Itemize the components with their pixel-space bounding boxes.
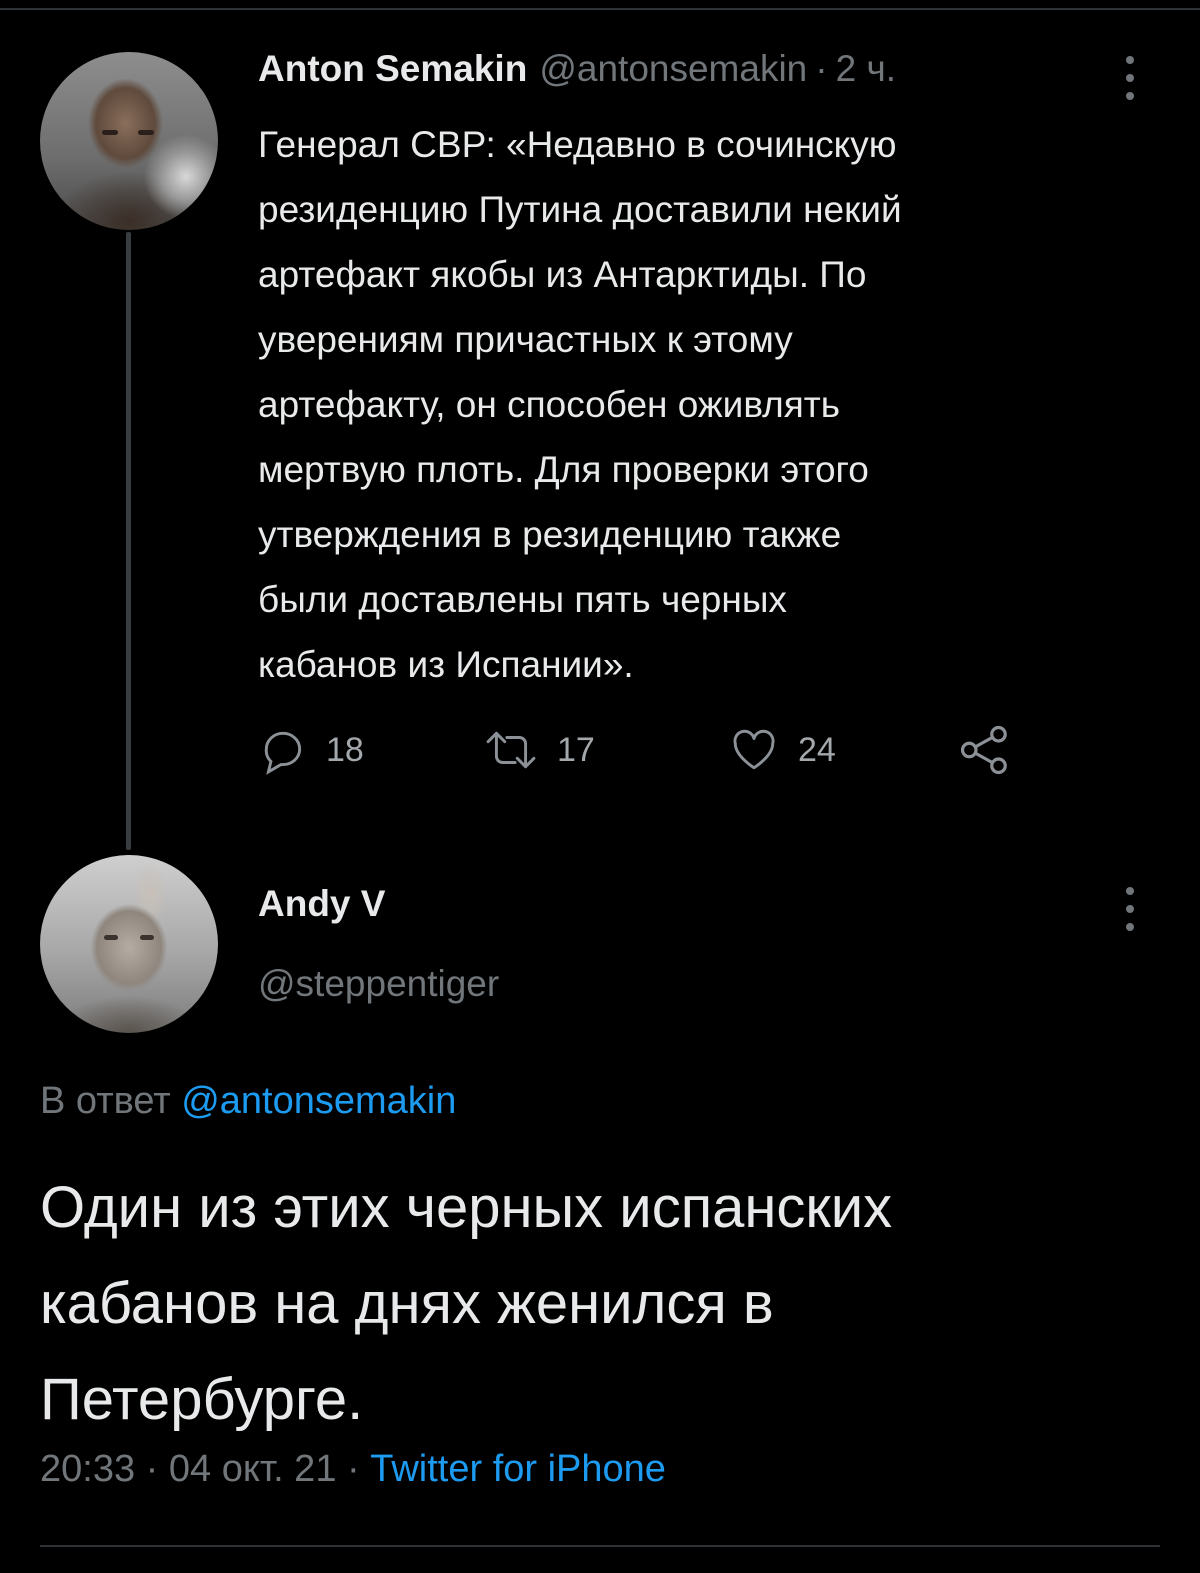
tweet-text: Один из этих черных испанских кабанов на… [40,1175,893,1432]
author-handle[interactable]: @antonsemakin [539,48,807,90]
reply-button[interactable]: 18 [258,718,364,782]
avatar[interactable] [40,855,218,1033]
reply-prefix: В ответ [40,1080,171,1122]
separator: · [815,48,828,89]
avatar-detail [104,935,118,940]
avatar[interactable] [40,52,218,230]
avatar-detail [102,130,118,135]
author-name[interactable]: Anton Semakin [258,48,527,90]
tweet-actions: 18 17 24 [258,718,1078,782]
tweet-thread: Anton Semakin @antonsemakin · 2 ч. Генер… [0,0,1200,1573]
more-options-icon[interactable] [1120,56,1140,100]
heart-icon [733,729,775,770]
more-options-icon[interactable] [1120,887,1140,931]
share-button[interactable] [958,718,1012,782]
author-name[interactable]: Andy V [258,883,385,925]
thread-connector [126,232,131,850]
tweet-timestamp[interactable]: 20:33 · 04 окт. 21 · [40,1448,360,1490]
share-icon [960,725,1007,775]
tweet-header: Anton Semakin @antonsemakin · 2 ч. [258,48,896,98]
tweet-source-link[interactable]: Twitter for iPhone [370,1448,666,1490]
avatar-detail [140,935,154,940]
avatar-detail [138,130,154,135]
like-button[interactable]: 24 [728,718,836,782]
tweet-meta: 20:33 · 04 окт. 21 · Twitter for iPhone [40,1448,666,1491]
tweet-time[interactable]: 2 ч. [836,48,896,90]
reply-context: В ответ @antonsemakin [40,1080,456,1123]
retweet-icon [486,731,536,769]
bottom-divider [40,1545,1160,1547]
tweet-text: Генерал СВР: «Недавно в сочинскую резиде… [258,124,902,685]
retweet-count: 17 [557,730,595,769]
like-count: 24 [798,730,836,769]
top-divider [0,8,1200,10]
reply-icon [264,731,302,775]
reply-mention-link[interactable]: @antonsemakin [181,1080,456,1122]
author-handle[interactable]: @steppentiger [258,963,499,1005]
retweet-button[interactable]: 17 [483,718,595,782]
reply-count: 18 [326,730,364,769]
